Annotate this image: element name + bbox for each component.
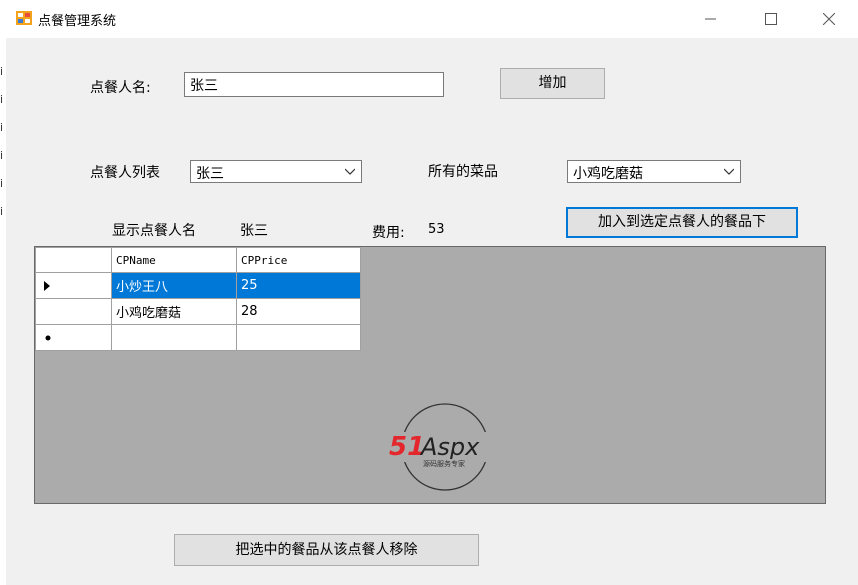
cell-cpprice[interactable]: 25 — [236, 272, 361, 299]
row-header[interactable] — [35, 272, 112, 299]
datagrid-header-row: CPName CPPrice — [35, 247, 361, 273]
chevron-down-icon — [724, 168, 734, 175]
orderer-list-label: 点餐人列表 — [90, 165, 160, 181]
app-icon — [16, 11, 32, 25]
new-row[interactable] — [35, 324, 361, 351]
all-dishes-selected: 小鸡吃磨菇 — [573, 166, 643, 182]
dishes-datagrid[interactable]: CPName CPPrice 小炒王八 25 小鸡吃磨菇 28 51 Aspx … — [34, 246, 826, 504]
maximize-icon — [765, 13, 777, 25]
column-header-cpname[interactable]: CPName — [111, 247, 237, 273]
cost-label: 费用: — [372, 225, 405, 241]
add-to-orderer-button[interactable]: 加入到选定点餐人的餐品下 — [566, 207, 798, 238]
close-button[interactable] — [806, 0, 852, 38]
minimize-icon — [705, 18, 716, 20]
watermark-logo: 51 Aspx 源码服务专家 — [387, 403, 503, 491]
cell-cpprice[interactable] — [236, 324, 361, 351]
datagrid-table: CPName CPPrice 小炒王八 25 小鸡吃磨菇 28 — [35, 247, 361, 351]
title-bar: 点餐管理系统 — [6, 0, 858, 38]
svg-text:Aspx: Aspx — [419, 433, 480, 461]
show-orderer-value: 张三 — [240, 223, 268, 239]
cell-cpname[interactable]: 小鸡吃磨菇 — [111, 298, 237, 325]
orderer-name-value: 张三 — [190, 78, 218, 94]
row-header[interactable] — [35, 298, 112, 325]
table-row[interactable]: 小炒王八 25 — [35, 272, 361, 299]
show-orderer-label: 显示点餐人名 — [112, 223, 196, 239]
add-button[interactable]: 增加 — [500, 68, 605, 99]
cell-cpprice[interactable]: 28 — [236, 298, 361, 325]
cost-value: 53 — [428, 222, 445, 237]
minimize-button[interactable] — [688, 0, 734, 38]
all-dishes-label: 所有的菜品 — [428, 164, 498, 180]
svg-text:源码服务专家: 源码服务专家 — [423, 459, 465, 468]
orderer-name-label: 点餐人名: — [90, 80, 151, 96]
cell-cpname[interactable] — [111, 324, 237, 351]
orderer-name-input[interactable]: 张三 — [184, 72, 444, 97]
all-dishes-combobox[interactable]: 小鸡吃磨菇 — [567, 160, 741, 183]
orderer-list-combobox[interactable]: 张三 — [190, 160, 362, 183]
column-header-cpprice[interactable]: CPPrice — [236, 247, 361, 273]
new-row-asterisk-icon — [45, 335, 51, 341]
main-window: 点餐管理系统 点餐人名: 张三 增加 点餐人列表 张三 所有的菜品 小鸡吃磨菇 … — [6, 0, 858, 585]
remove-dish-button[interactable]: 把选中的餐品从该点餐人移除 — [174, 534, 479, 566]
row-header[interactable] — [35, 324, 112, 351]
maximize-button[interactable] — [748, 0, 794, 38]
cell-cpname[interactable]: 小炒王八 — [111, 272, 237, 299]
current-row-arrow-icon — [44, 281, 50, 291]
table-row[interactable]: 小鸡吃磨菇 28 — [35, 298, 361, 325]
svg-text:51: 51 — [389, 432, 425, 462]
window-title: 点餐管理系统 — [38, 14, 117, 29]
close-icon — [823, 13, 835, 25]
datagrid-corner-header[interactable] — [35, 247, 112, 273]
orderer-list-selected: 张三 — [196, 166, 224, 182]
chevron-down-icon — [345, 168, 355, 175]
